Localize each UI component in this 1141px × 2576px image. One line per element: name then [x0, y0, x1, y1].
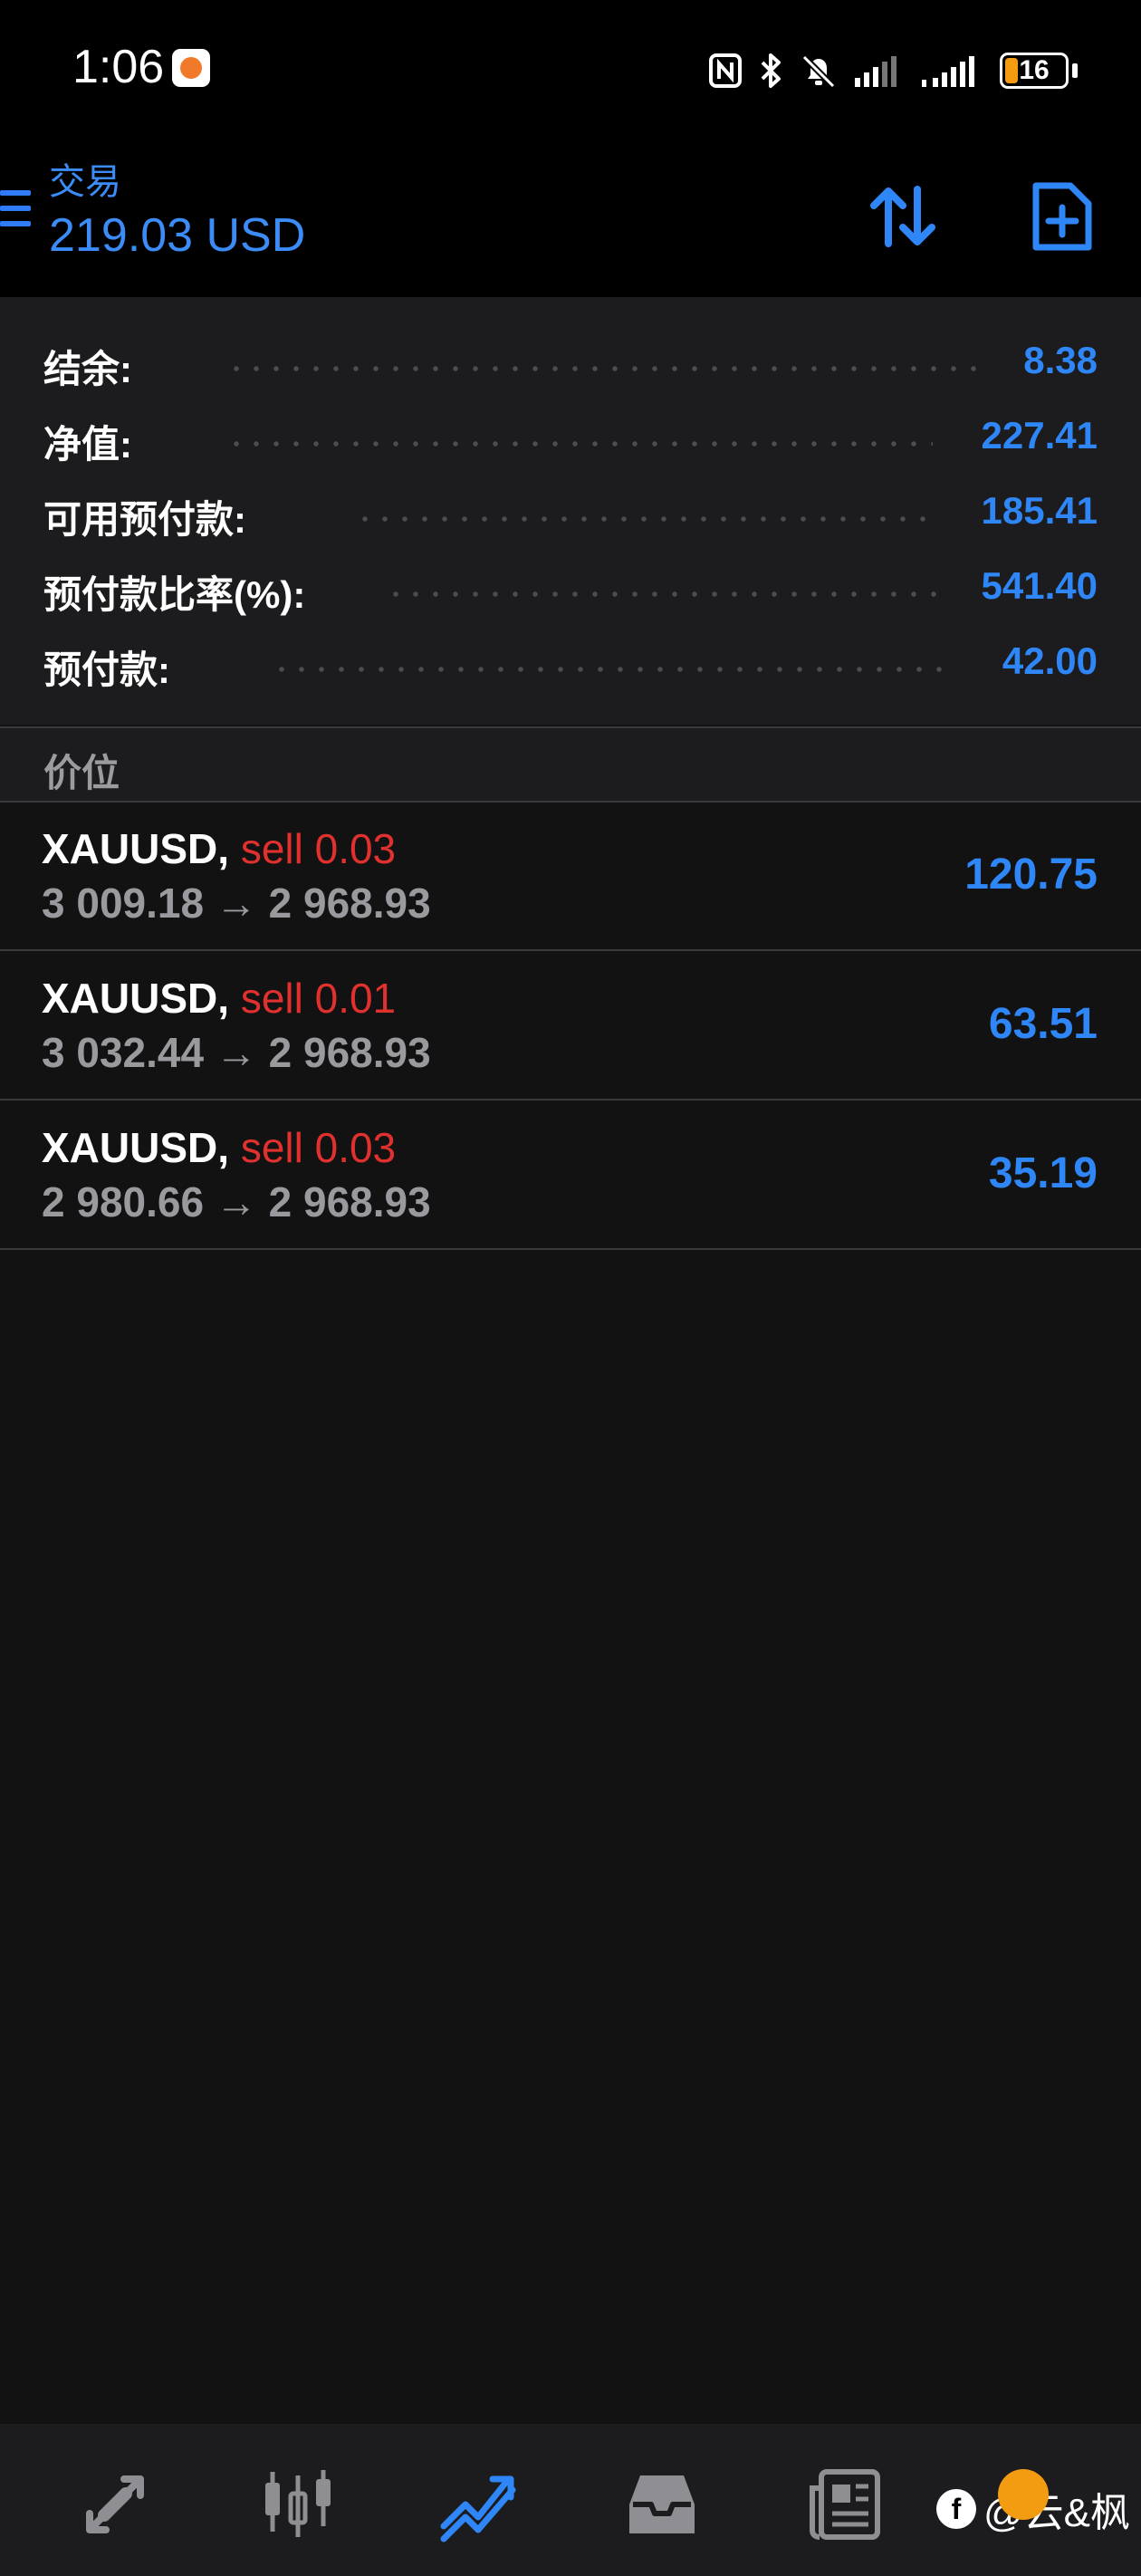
open-price: 3 032.44	[42, 1029, 205, 1076]
price-arrow: →	[215, 1029, 257, 1076]
nav-history[interactable]	[621, 2464, 703, 2545]
dot-leader	[355, 516, 935, 522]
mute-bell-icon	[801, 54, 836, 89]
dot-leader	[386, 591, 938, 597]
watermark-logo: f	[935, 2489, 976, 2529]
summary-value: 227.41	[981, 414, 1098, 457]
position-row[interactable]: XAUUSD, sell 0.03 2 980.66 → 2 968.93 35…	[0, 1101, 1141, 1250]
position-title: XAUUSD, sell 0.03	[42, 824, 396, 873]
newspaper-icon	[810, 2469, 880, 2540]
watermark-badge	[998, 2469, 1049, 2520]
arrows-diagonal-icon	[86, 2475, 144, 2533]
add-document-icon	[1032, 182, 1092, 251]
summary-label: 结余:	[43, 348, 132, 390]
dot-leader	[226, 441, 933, 447]
nfc-icon	[709, 53, 742, 88]
summary-label: 预付款:	[43, 649, 170, 691]
position-side: sell 0.01	[240, 975, 397, 1022]
sort-arrows-icon	[870, 186, 935, 247]
status-time: 1:06	[72, 41, 165, 93]
current-price: 2 968.93	[268, 879, 431, 927]
position-profit: 63.51	[988, 1000, 1098, 1048]
open-price: 3 009.18	[42, 879, 205, 927]
app-header: 交易 219.03 USD	[0, 136, 1141, 297]
nav-trade[interactable]	[438, 2464, 520, 2545]
battery-level: 16	[1019, 55, 1050, 85]
positions-section-header: 价位	[0, 726, 1141, 803]
position-symbol: XAUUSD,	[42, 1124, 230, 1171]
dot-leader	[272, 667, 942, 672]
summary-label: 预付款比率(%):	[43, 573, 306, 616]
bluetooth-icon	[761, 53, 781, 88]
position-symbol: XAUUSD,	[42, 975, 230, 1022]
position-prices: 3 009.18 → 2 968.93	[42, 879, 431, 928]
summary-value: 541.40	[981, 564, 1098, 607]
nav-news[interactable]	[804, 2464, 886, 2545]
position-profit: 35.19	[988, 1149, 1098, 1197]
summary-label: 净值:	[43, 423, 132, 466]
position-row[interactable]: XAUUSD, sell 0.01 3 032.44 → 2 968.93 63…	[0, 952, 1141, 1101]
position-prices: 2 980.66 → 2 968.93	[42, 1177, 431, 1226]
price-arrow: →	[215, 879, 257, 927]
position-title: XAUUSD, sell 0.03	[42, 1123, 396, 1172]
signal-icon-2	[922, 56, 974, 87]
price-arrow: →	[215, 1178, 257, 1226]
summary-value: 42.00	[1002, 639, 1098, 682]
current-price: 2 968.93	[268, 1178, 431, 1226]
inbox-icon	[629, 2475, 695, 2533]
menu-icon[interactable]	[0, 190, 31, 241]
summary-label: 可用预付款:	[43, 498, 246, 541]
nav-quotes[interactable]	[74, 2464, 156, 2545]
summary-row-balance: 结余: 8.38	[0, 330, 1141, 402]
dot-leader	[226, 366, 978, 371]
status-bar: 1:06 16	[0, 0, 1141, 136]
signal-icon-1	[855, 56, 896, 87]
trend-line-icon	[440, 2475, 516, 2542]
battery-icon: 16	[1000, 53, 1069, 89]
page-title: 交易	[49, 162, 121, 202]
position-side: sell 0.03	[240, 1124, 397, 1171]
open-price: 2 980.66	[42, 1178, 205, 1226]
new-order-button[interactable]	[1021, 176, 1103, 257]
position-row[interactable]: XAUUSD, sell 0.03 3 009.18 → 2 968.93 12…	[0, 803, 1141, 951]
position-symbol: XAUUSD,	[42, 825, 230, 872]
summary-row-margin-level: 预付款比率(%): 541.40	[0, 555, 1141, 628]
position-profit: 120.75	[964, 851, 1098, 899]
candlestick-icon	[265, 2470, 331, 2537]
position-title: XAUUSD, sell 0.01	[42, 974, 396, 1023]
watermark: f @云&枫	[935, 2469, 1130, 2538]
notification-app-icon	[172, 49, 210, 87]
account-balance: 219.03 USD	[49, 209, 306, 262]
account-summary: 结余: 8.38 净值: 227.41 可用预付款: 185.41 预付款比率(…	[0, 297, 1141, 725]
summary-value: 8.38	[1023, 339, 1098, 381]
nav-chart[interactable]	[257, 2464, 339, 2545]
summary-value: 185.41	[981, 489, 1098, 532]
status-icons: 16	[708, 45, 1078, 96]
current-price: 2 968.93	[268, 1029, 431, 1076]
section-label: 价位	[43, 752, 120, 794]
summary-row-margin: 预付款: 42.00	[0, 630, 1141, 703]
summary-row-equity: 净值: 227.41	[0, 405, 1141, 477]
summary-row-free-margin: 可用预付款: 185.41	[0, 480, 1141, 553]
position-prices: 3 032.44 → 2 968.93	[42, 1028, 431, 1077]
position-side: sell 0.03	[240, 825, 397, 872]
sort-button[interactable]	[862, 176, 944, 257]
